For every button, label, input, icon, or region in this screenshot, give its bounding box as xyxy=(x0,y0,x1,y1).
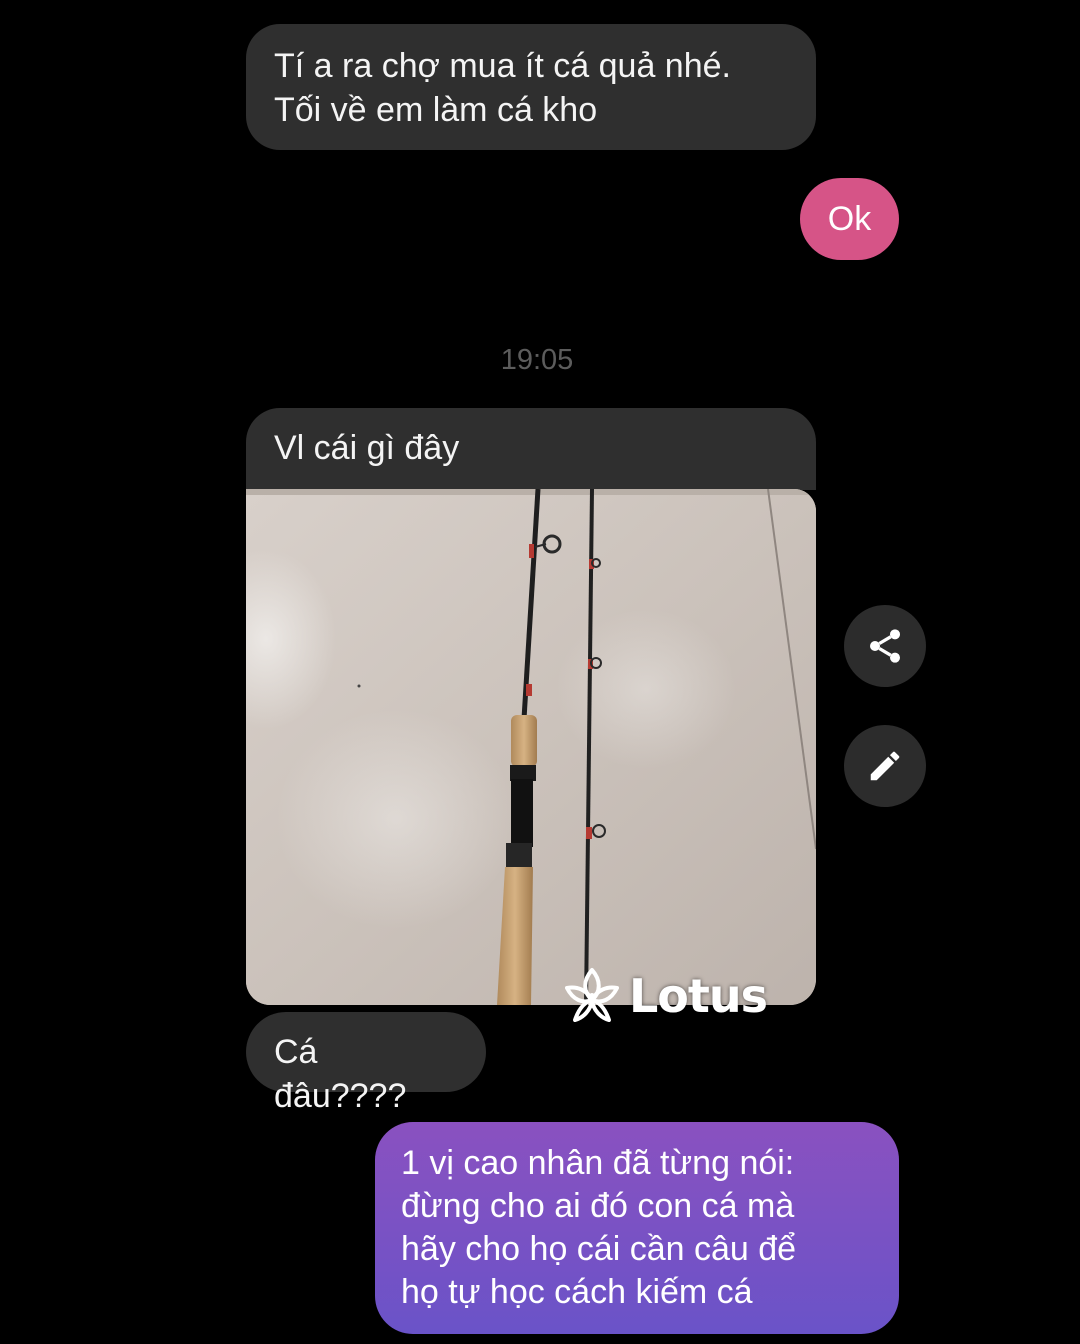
watermark-lotus: Lotus xyxy=(561,966,768,1026)
lotus-flower-icon xyxy=(565,968,619,1022)
message-incoming-2[interactable]: Vl cái gì đây xyxy=(246,408,816,490)
share-icon xyxy=(870,629,900,663)
share-button[interactable] xyxy=(844,605,926,687)
message-timestamp: 19:05 xyxy=(500,344,574,376)
message-incoming-1[interactable]: Tí a ra chợ mua ít cá quả nhé. Tối về em… xyxy=(246,24,816,150)
message-outgoing-ok[interactable]: Ok xyxy=(800,178,899,260)
message-incoming-3[interactable]: Cá đâu???? xyxy=(246,1012,486,1115)
photo-fishing-rod-image xyxy=(246,489,816,1005)
watermark-text: Lotus xyxy=(629,969,768,1023)
message-outgoing-quote[interactable]: 1 vị cao nhân đã từng nói: đừng cho ai đ… xyxy=(375,1122,899,1334)
edit-button[interactable] xyxy=(844,725,926,807)
message-photo-fishing-rod[interactable] xyxy=(246,489,816,1005)
pencil-icon xyxy=(870,751,900,781)
